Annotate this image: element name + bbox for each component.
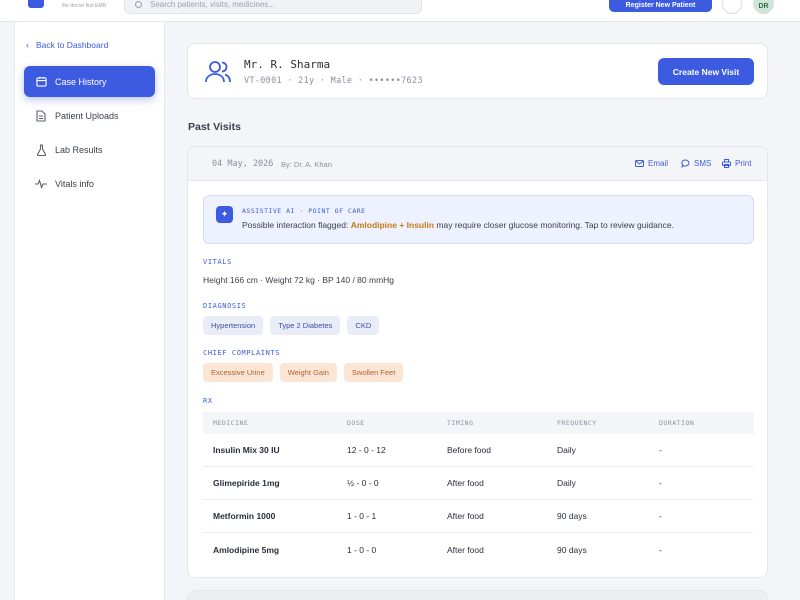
ai-interaction-alert[interactable]: ✦ ASSISTIVE AI · POINT OF CARE Possible … (203, 195, 754, 244)
diagnosis-chip: CKD (347, 316, 380, 335)
ai-message-highlight: Amlodipine + Insulin (350, 220, 435, 230)
search-icon (135, 0, 142, 8)
sidebar-item-label: Case History (55, 76, 107, 87)
create-new-visit-button[interactable]: Create New Visit (658, 58, 754, 85)
app-tagline: the doctor first EMR (62, 3, 107, 9)
rx-timing: After food (447, 511, 484, 521)
sms-button[interactable]: SMS (681, 159, 711, 168)
rx-label: RX (203, 397, 213, 405)
table-row: Insulin Mix 30 IU 12 - 0 - 12 Before foo… (203, 434, 754, 467)
email-label: Email (648, 159, 669, 168)
rx-timing: After food (447, 544, 484, 555)
rx-medicine: Amlodipine 5mg (213, 544, 280, 555)
help-button[interactable] (722, 0, 742, 14)
sidebar-item-patient-uploads[interactable]: Patient Uploads (24, 100, 155, 131)
sparkle-icon: ✦ (216, 206, 233, 223)
pulse-icon (35, 178, 47, 190)
rx-medicine: Insulin Mix 30 IU (213, 445, 280, 455)
patient-meta: VT-0001 · 21y · Male · ••••••7623 (244, 76, 423, 86)
rx-frequency: 90 days (557, 511, 587, 521)
rx-duration: - (659, 445, 662, 455)
chevron-left-icon: ‹ (26, 40, 29, 50)
diagnosis-label: DIAGNOSIS (203, 302, 247, 310)
table-row: Glimepiride 1mg ½ - 0 - 0 After food Dai… (203, 467, 754, 500)
diagnosis-chip: Type 2 Diabetes (270, 316, 341, 335)
print-button[interactable]: Print (722, 159, 751, 168)
complaint-chips: Excessive Urine Weight Gain Swollen Feet (203, 363, 404, 382)
rx-timing: After food (447, 478, 484, 488)
rx-duration: - (659, 511, 662, 521)
rx-dose: 1 - 0 - 0 (347, 544, 377, 555)
rx-header-duration: DURATION (659, 419, 695, 427)
search-placeholder: Search patients, visits, medicines... (150, 0, 275, 9)
user-avatar[interactable]: DR (753, 0, 774, 14)
register-patient-button[interactable]: Register New Patient (609, 0, 712, 12)
app-logo[interactable] (28, 0, 44, 8)
table-row: Amlodipine 5mg 1 - 0 - 0 After food 90 d… (203, 533, 754, 566)
rx-duration: - (659, 478, 662, 488)
document-icon (35, 109, 47, 122)
chief-complaints-label: CHIEF COMPLAINTS (203, 349, 281, 357)
rx-medicine: Metformin 1000 (213, 511, 276, 521)
past-visits-title: Past Visits (188, 121, 241, 133)
ai-message: Possible interaction flagged: Amlodipine… (242, 220, 674, 230)
calendar-icon (35, 76, 47, 88)
rx-medicine: Glimepiride 1mg (213, 478, 280, 488)
flask-icon (35, 143, 47, 156)
rx-dose: 1 - 0 - 1 (347, 511, 377, 521)
rx-header-medicine: MEDICINE (213, 419, 249, 427)
rx-frequency: Daily (557, 445, 576, 455)
rx-header-frequency: FREQUENCY (557, 419, 597, 427)
diagnosis-chip: Hypertension (203, 316, 264, 335)
rx-duration: - (659, 544, 662, 555)
sidebar-item-case-history[interactable]: Case History (24, 66, 155, 97)
patients-icon (204, 59, 232, 85)
top-bar: the doctor first EMR Search patients, vi… (0, 0, 800, 22)
visit-date: 04 May, 2026 (212, 159, 274, 169)
diagnosis-chips: Hypertension Type 2 Diabetes CKD (203, 316, 380, 335)
next-visit-card[interactable] (187, 590, 768, 600)
ai-label: ASSISTIVE AI · POINT OF CARE (242, 207, 366, 215)
sms-label: SMS (694, 159, 712, 168)
patient-name: Mr. R. Sharma (244, 58, 331, 71)
complaint-chip: Swollen Feet (343, 363, 404, 382)
search-input[interactable]: Search patients, visits, medicines... (124, 0, 422, 14)
rx-dose: ½ - 0 - 0 (347, 478, 379, 488)
sidebar-item-label: Patient Uploads (55, 110, 119, 121)
rx-table: MEDICINE DOSE TIMING FREQUENCY DURATION … (203, 412, 754, 566)
rx-frequency: 90 days (557, 544, 587, 555)
mail-icon (635, 160, 644, 167)
patient-card: Mr. R. Sharma VT-0001 · 21y · Male · •••… (187, 43, 768, 99)
vitals-text: Height 166 cm · Weight 72 kg · BP 140 / … (203, 275, 395, 285)
rx-table-header: MEDICINE DOSE TIMING FREQUENCY DURATION (203, 412, 754, 434)
rx-timing: Before food (447, 445, 491, 455)
sidebar-item-vitals-info[interactable]: Vitals info (24, 168, 155, 199)
sidebar-item-label: Lab Results (55, 144, 103, 155)
complaint-chip: Excessive Urine (203, 363, 273, 382)
chat-bubble-icon (681, 159, 690, 168)
vitals-label: VITALS (203, 258, 232, 266)
sidebar: ‹ Back to Dashboard Case History Patient… (14, 22, 165, 600)
complaint-chip: Weight Gain (279, 363, 337, 382)
back-to-dashboard-link[interactable]: ‹ Back to Dashboard (26, 40, 108, 50)
ai-message-prefix: Possible interaction flagged: (242, 220, 351, 230)
visit-doctor: By: Dr. A. Khan (281, 160, 332, 169)
printer-icon (722, 159, 731, 168)
rx-frequency: Daily (557, 478, 576, 488)
back-label: Back to Dashboard (36, 40, 109, 50)
rx-dose: 12 - 0 - 12 (347, 445, 386, 455)
sidebar-item-lab-results[interactable]: Lab Results (24, 134, 155, 165)
rx-header-dose: DOSE (347, 419, 365, 427)
visit-header: 04 May, 2026 By: Dr. A. Khan Email SMS P… (188, 147, 767, 181)
visit-card: 04 May, 2026 By: Dr. A. Khan Email SMS P… (187, 146, 768, 578)
table-row: Metformin 1000 1 - 0 - 1 After food 90 d… (203, 500, 754, 533)
sidebar-item-label: Vitals info (55, 178, 94, 189)
rx-header-timing: TIMING (447, 419, 474, 427)
email-button[interactable]: Email (635, 159, 668, 168)
print-label: Print (735, 159, 752, 168)
ai-message-suffix: may require closer glucose monitoring. T… (434, 220, 674, 230)
